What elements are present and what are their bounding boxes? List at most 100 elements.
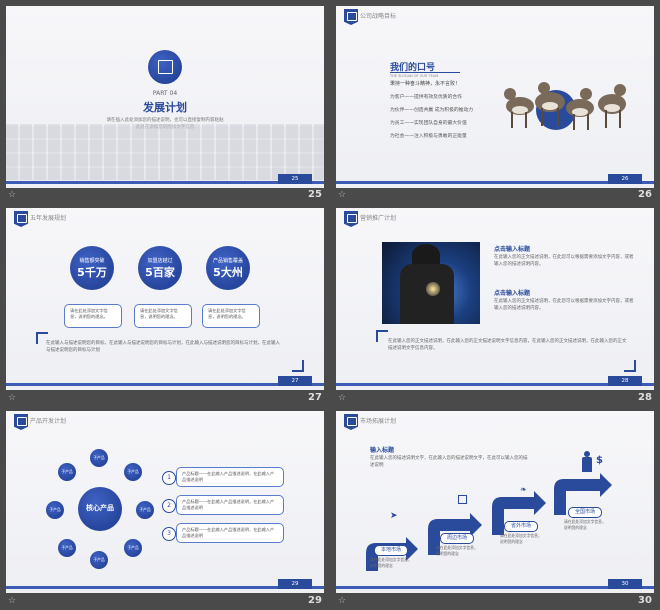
person-body bbox=[400, 264, 454, 324]
slide-index: 30 bbox=[638, 595, 652, 606]
slide-index: 26 bbox=[638, 189, 652, 200]
slide-27[interactable]: 五年发展规划 销售额突破 5千万 加盟店越过 5百家 产品销售覆盖 5大州 请在… bbox=[6, 208, 324, 390]
step-number: 1 bbox=[162, 471, 176, 485]
slide-header: 产品开发计划 bbox=[30, 418, 67, 425]
section-title: 点击输入标题 bbox=[494, 290, 531, 297]
market-text: 请在此处添加文字信息，说明您的理念 bbox=[436, 545, 478, 556]
goal-circle: 产品销售覆盖 5大州 bbox=[206, 246, 250, 290]
product-bar: 产品标题——在此输入产品描述说明，在此输入产品描述说明 bbox=[176, 523, 284, 543]
page-number: 29 bbox=[278, 579, 312, 589]
core-product-circle: 核心产品 bbox=[78, 487, 122, 531]
page-number: 28 bbox=[608, 376, 642, 386]
slide-26[interactable]: 公司战略目标 我们的口号 THE SLOGAN OF OUR TEAM 秉持一种… bbox=[336, 6, 654, 188]
qr-code-icon bbox=[458, 495, 467, 504]
paper-plane-icon: ➤ bbox=[390, 511, 398, 521]
edit-icon bbox=[14, 211, 28, 227]
slide-29[interactable]: 产品开发计划 核心产品 子产品 子产品 子产品 子产品 子产品 子产品 子产品 … bbox=[6, 411, 324, 593]
sub-product-node: 子产品 bbox=[124, 463, 142, 481]
intro-title: 输入标题 bbox=[370, 447, 395, 454]
footer-bar bbox=[336, 181, 654, 184]
star-icon[interactable]: ☆ bbox=[338, 190, 346, 200]
slide-header: 营销推广计划 bbox=[360, 215, 397, 222]
slide-title: 发展计划 bbox=[143, 101, 187, 114]
step-number: 2 bbox=[162, 499, 176, 513]
star-icon[interactable]: ☆ bbox=[8, 393, 16, 403]
goal-value: 5大州 bbox=[213, 266, 243, 279]
market-label: 周边市场 bbox=[440, 533, 474, 544]
subtitle-1: 请在插入此处添加您的描述说明，也可以直接复制内容粘贴 bbox=[106, 118, 224, 123]
footer-bar bbox=[336, 383, 654, 386]
footer-bar bbox=[6, 181, 324, 184]
market-text: 请在此处添加文字信息，说明您的理念 bbox=[500, 533, 542, 544]
product-bar: 产品标题——在此输入产品描述说明，在此输入产品描述说明 bbox=[176, 467, 284, 487]
slogan-item: 为社会——注入积极与勇敢的正能量 bbox=[390, 134, 467, 139]
part-label: PART 04 bbox=[152, 90, 178, 97]
market-label: 省外市场 bbox=[504, 521, 538, 532]
description: 在此输入您的正文描述说明，在此输入您的正文描述说明文字信息内容，在此输入您的正文… bbox=[388, 339, 627, 351]
goal-value: 5千万 bbox=[77, 266, 107, 279]
slogan-item: 为客户——提供有效及优质的合作 bbox=[390, 95, 462, 100]
goal-circle: 销售额突破 5千万 bbox=[70, 246, 114, 290]
edit-icon-circle bbox=[148, 50, 182, 84]
goal-value: 5百家 bbox=[145, 266, 175, 279]
edit-icon bbox=[14, 414, 28, 430]
sub-product-node: 子产品 bbox=[58, 463, 76, 481]
page-number: 25 bbox=[278, 174, 312, 184]
page-number: 30 bbox=[608, 579, 642, 589]
corner-bracket bbox=[292, 360, 304, 372]
mosaic-decoration bbox=[6, 124, 324, 180]
section-text: 在此输入您的正文描述说明，在此您可以根据需要添加文字内容，或者输入您的描述说明内… bbox=[494, 299, 634, 311]
goal-label: 产品销售覆盖 bbox=[212, 258, 243, 264]
slide-index: 25 bbox=[308, 189, 322, 200]
finger-glow bbox=[426, 282, 440, 296]
wolves-image bbox=[504, 82, 626, 130]
sub-product-node: 子产品 bbox=[90, 449, 108, 467]
slide-28[interactable]: 营销推广计划 点击输入标题 在此输入您的正文描述说明，在此您可以根据需要添加文字… bbox=[336, 208, 654, 390]
section-title: 点击输入标题 bbox=[494, 246, 531, 253]
star-icon[interactable]: ☆ bbox=[8, 190, 16, 200]
slide-header: 五年发展规划 bbox=[30, 215, 67, 222]
sub-product-node: 子产品 bbox=[90, 551, 108, 569]
touchscreen-photo bbox=[382, 242, 480, 324]
slogan-item: 为员工——实现团队自身的最大价值 bbox=[390, 121, 467, 126]
edit-icon bbox=[344, 211, 358, 227]
step-number: 3 bbox=[162, 527, 176, 541]
slogan-underline bbox=[390, 72, 460, 73]
product-bar: 产品标题——在此输入产品描述说明，在此输入产品描述说明 bbox=[176, 495, 284, 515]
slide-25[interactable]: PART 04 发展计划 请在插入此处添加您的描述说明，也可以直接复制内容粘贴 … bbox=[6, 6, 324, 188]
slogan-list: 为客户——提供有效及优质的合作 为伙伴——创造共赢 成为积极的推动力 为员工——… bbox=[390, 93, 490, 145]
sub-product-node: 子产品 bbox=[46, 501, 64, 519]
footer-bar bbox=[336, 586, 654, 589]
market-label: 全国市场 bbox=[568, 507, 602, 518]
slogan-line: 秉持一种奋斗精神，永不言败！ bbox=[390, 81, 461, 87]
market-text: 请在此处添加文字信息，说明您的理念 bbox=[370, 557, 412, 568]
slide-30[interactable]: 市场拓展计划 输入标题 在此输入您的描述说明文字，在此输入您的描述说明文字，在此… bbox=[336, 411, 654, 593]
slide-index: 27 bbox=[308, 392, 322, 403]
goal-note: 请在此处添加文字信息，说明您的理念。 bbox=[202, 304, 260, 328]
corner-bracket bbox=[376, 330, 388, 342]
edit-icon bbox=[344, 414, 358, 430]
footer-bar bbox=[6, 383, 324, 386]
slide-header: 公司战略目标 bbox=[360, 13, 397, 20]
star-icon[interactable]: ☆ bbox=[338, 596, 346, 606]
footer-bar bbox=[6, 586, 324, 589]
page-number: 27 bbox=[278, 376, 312, 386]
star-icon[interactable]: ☆ bbox=[8, 596, 16, 606]
intro-text: 在此输入您的描述说明文字，在此输入您的描述说明文字，在此可以输入您的描述说明 bbox=[370, 456, 528, 468]
edit-icon bbox=[158, 60, 173, 74]
edit-icon bbox=[344, 9, 358, 25]
corner-bracket bbox=[624, 360, 636, 372]
sub-product-node: 子产品 bbox=[136, 501, 154, 519]
slide-header: 市场拓展计划 bbox=[360, 418, 397, 425]
core-product-label: 核心产品 bbox=[86, 504, 114, 512]
leaf-icon: ❧ bbox=[520, 485, 527, 494]
section-text: 在此输入您的正文描述说明，在此您可以根据需要添加文字内容，或者输入您的描述说明内… bbox=[494, 255, 634, 267]
sub-product-node: 子产品 bbox=[124, 539, 142, 557]
slogan-en: THE SLOGAN OF OUR TEAM bbox=[390, 74, 439, 78]
dollar-icon: $ bbox=[596, 455, 603, 466]
goal-note: 请在此处添加文字信息，说明您的理念。 bbox=[64, 304, 122, 328]
market-label: 本地市场 bbox=[374, 545, 408, 556]
market-text: 请在此处添加文字信息，说明您的理念 bbox=[564, 519, 606, 530]
star-icon[interactable]: ☆ bbox=[338, 393, 346, 403]
businessman-icon bbox=[582, 451, 592, 473]
